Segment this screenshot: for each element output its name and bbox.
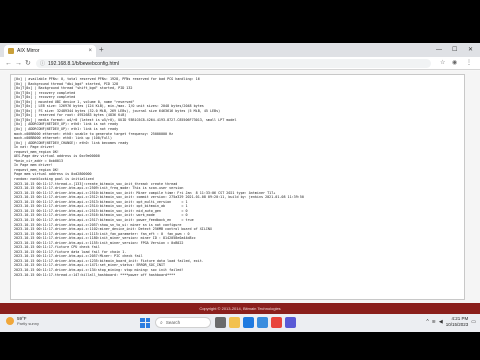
mail-icon[interactable]: [257, 317, 268, 328]
windows-start-icon[interactable]: [140, 317, 150, 328]
file-explorer-icon[interactable]: [229, 317, 240, 328]
profile-icon[interactable]: ◉: [452, 59, 457, 68]
tab-title: AIX Mirror: [17, 48, 40, 54]
tab-strip: AIX Mirror × + — ☐ ✕: [0, 43, 480, 57]
forward-icon[interactable]: →: [15, 59, 22, 68]
back-icon[interactable]: ←: [5, 59, 12, 68]
window-close-icon[interactable]: ✕: [468, 45, 473, 55]
info-icon[interactable]: ⓘ: [40, 60, 45, 67]
taskbar: 59°F Partly sunny ⌕ Search ^ ≋ ◀ 4:21 PM…: [0, 314, 480, 332]
url-text: 192.168.8.1/b/bewebconfig.html: [48, 60, 119, 67]
clock[interactable]: 4:21 PM 10/15/2023: [446, 316, 469, 327]
notification-icon[interactable]: ▭: [471, 319, 476, 325]
minimize-icon[interactable]: —: [436, 45, 442, 55]
reload-icon[interactable]: ↻: [25, 59, 31, 68]
chevron-up-icon[interactable]: ^: [426, 319, 428, 325]
teams-icon[interactable]: [285, 317, 296, 328]
search-placeholder: Search: [165, 320, 181, 325]
browser-window: AIX Mirror × + — ☐ ✕ ← → ↻ ⓘ 192.168.8.1…: [0, 43, 480, 314]
clock-date: 10/15/2023: [445, 321, 469, 327]
maximize-icon[interactable]: ☐: [452, 45, 457, 55]
browser-toolbar: ← → ↻ ⓘ 192.168.8.1/b/bewebconfig.html ☆…: [0, 57, 480, 70]
chrome-icon[interactable]: [271, 317, 282, 328]
search-icon: ⌕: [160, 319, 163, 326]
weather-desc: Partly sunny: [17, 321, 40, 326]
browser-tab[interactable]: AIX Mirror ×: [4, 45, 96, 57]
star-icon[interactable]: ☆: [440, 59, 445, 68]
edge-icon[interactable]: [243, 317, 254, 328]
favicon-icon: [8, 48, 14, 54]
weather-widget[interactable]: 59°F Partly sunny: [6, 316, 39, 326]
page-content: [0x] | available PFNs: 0, total reserved…: [0, 71, 480, 314]
log-line: 2023-10-15 00:11:17-thread.c:147:killall…: [14, 272, 176, 277]
kernel-log-panel[interactable]: [0x] | available PFNs: 0, total reserved…: [10, 74, 465, 300]
sun-icon: [6, 317, 14, 325]
tab-close-icon[interactable]: ×: [88, 48, 92, 54]
task-view-icon[interactable]: [215, 317, 226, 328]
address-bar[interactable]: ⓘ 192.168.8.1/b/bewebconfig.html: [36, 59, 431, 68]
taskbar-center: ⌕ Search: [140, 317, 299, 328]
system-tray: ^ ≋ ◀ 4:21 PM 10/15/2023 ▭: [426, 316, 476, 327]
wifi-icon[interactable]: ≋: [432, 319, 436, 325]
copyright-text: Copyright © 2013-2014, Bitmain Technolog…: [199, 306, 281, 311]
taskbar-search[interactable]: ⌕ Search: [155, 317, 211, 328]
page-footer: Copyright © 2013-2014, Bitmain Technolog…: [0, 303, 480, 314]
menu-icon[interactable]: ⋮: [466, 59, 472, 68]
volume-icon[interactable]: ◀: [439, 319, 443, 325]
new-tab-button[interactable]: +: [99, 45, 104, 55]
